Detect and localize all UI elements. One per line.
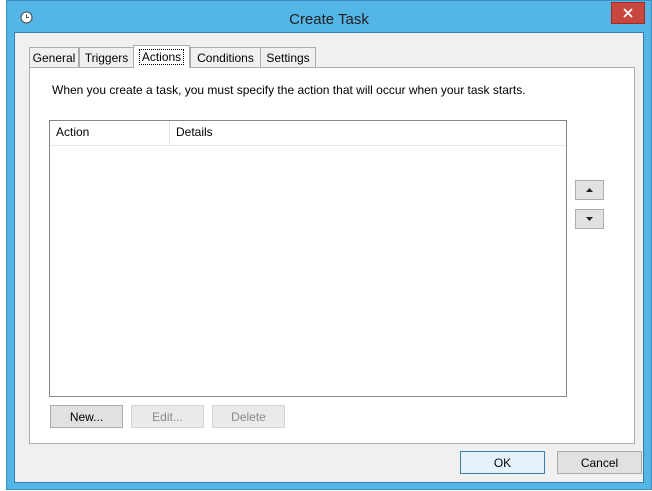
actions-tab-panel: When you create a task, you must specify…: [29, 67, 635, 444]
tab-triggers[interactable]: Triggers: [79, 47, 134, 67]
arrow-up-icon: [586, 188, 593, 192]
close-button[interactable]: [611, 2, 645, 24]
tab-general[interactable]: General: [29, 47, 79, 67]
button-label: Edit...: [152, 409, 183, 424]
close-icon: [623, 8, 633, 18]
tab-label: General: [32, 50, 76, 65]
list-header: Action Details: [50, 121, 566, 146]
actions-list[interactable]: Action Details: [49, 120, 567, 397]
tab-label: Actions: [138, 49, 185, 65]
move-up-button[interactable]: [575, 180, 604, 200]
tab-label: Settings: [266, 50, 310, 65]
dialog-body: General Triggers Actions Conditions Sett…: [14, 32, 644, 483]
delete-action-button[interactable]: Delete: [212, 405, 285, 428]
button-label: Delete: [231, 409, 266, 424]
ok-button[interactable]: OK: [460, 451, 545, 474]
cancel-button[interactable]: Cancel: [557, 451, 642, 474]
tab-conditions[interactable]: Conditions: [190, 47, 261, 67]
button-label: New...: [69, 409, 104, 424]
column-header-action[interactable]: Action: [50, 121, 169, 145]
create-task-dialog: Create Task General Triggers Actions Con…: [6, 0, 652, 490]
button-label: OK: [493, 455, 512, 470]
column-header-details[interactable]: Details: [170, 121, 566, 145]
tab-label: Conditions: [197, 50, 254, 65]
tab-actions[interactable]: Actions: [133, 45, 190, 68]
edit-action-button[interactable]: Edit...: [131, 405, 204, 428]
tab-settings[interactable]: Settings: [260, 47, 316, 67]
title-bar: Create Task: [7, 1, 651, 33]
tab-label: Triggers: [84, 50, 129, 65]
arrow-down-icon: [586, 217, 593, 221]
dialog-title: Create Task: [289, 11, 369, 28]
description-text: When you create a task, you must specify…: [52, 83, 526, 97]
button-label: Cancel: [580, 455, 619, 470]
new-action-button[interactable]: New...: [50, 405, 123, 428]
move-down-button[interactable]: [575, 209, 604, 229]
